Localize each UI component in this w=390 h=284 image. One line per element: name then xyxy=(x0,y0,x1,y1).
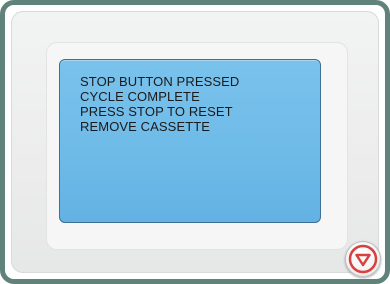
message-list: STOP BUTTON PRESSED CYCLE COMPLETE PRESS… xyxy=(80,74,239,134)
device-frame: STOP BUTTON PRESSED CYCLE COMPLETE PRESS… xyxy=(0,0,390,284)
stop-triangle-icon xyxy=(348,244,378,274)
message-line-1: STOP BUTTON PRESSED xyxy=(80,74,240,89)
message-line-3: PRESS STOP TO RESET xyxy=(80,104,233,119)
stop-button[interactable] xyxy=(345,241,381,277)
lcd-display: STOP BUTTON PRESSED CYCLE COMPLETE PRESS… xyxy=(59,59,321,223)
message-line-4: REMOVE CASSETTE xyxy=(80,119,211,134)
message-line-2: CYCLE COMPLETE xyxy=(80,89,200,104)
